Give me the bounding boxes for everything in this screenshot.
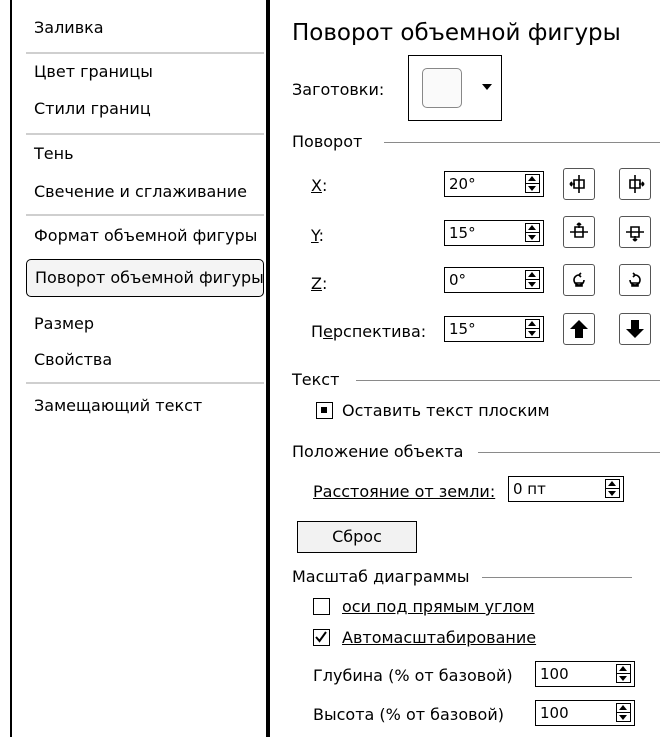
- height-value[interactable]: 100: [540, 704, 569, 722]
- rotate-up-icon[interactable]: [563, 216, 595, 248]
- category-3d-format[interactable]: Формат объемной фигуры: [26, 222, 264, 250]
- category-properties[interactable]: Свойства: [26, 346, 264, 374]
- x-rotation-label: X:: [311, 176, 328, 195]
- depth-spinner[interactable]: 100: [535, 661, 635, 687]
- rotate-right-icon[interactable]: [619, 168, 651, 200]
- group-separator: [478, 452, 660, 453]
- autoscale-label: Автомасштабирование: [342, 628, 537, 647]
- right-angle-axes-checkbox[interactable]: [313, 598, 330, 615]
- keep-text-flat-label: Оставить текст плоским: [342, 401, 550, 420]
- x-rotation-spinner[interactable]: 20°: [444, 171, 544, 197]
- group-separator: [482, 577, 632, 578]
- category-separator: [26, 214, 264, 216]
- category-shadow[interactable]: Тень: [26, 140, 264, 168]
- spinner-arrows[interactable]: [525, 174, 540, 193]
- checkbox-indeterminate-icon: [321, 407, 327, 413]
- pane-divider: [266, 0, 270, 737]
- category-fill[interactable]: Заливка: [26, 14, 264, 42]
- x-rotation-value[interactable]: 20°: [449, 175, 476, 193]
- distance-from-ground-value[interactable]: 0 пт: [513, 480, 546, 498]
- category-glow-soft-edges[interactable]: Свечение и сглаживание: [26, 178, 264, 206]
- category-alt-text[interactable]: Замещающий текст: [26, 392, 264, 420]
- spinner-arrows[interactable]: [525, 319, 540, 338]
- spinner-arrows[interactable]: [616, 703, 631, 722]
- group-separator: [356, 380, 660, 381]
- distance-from-ground-label: Расстояние от земли:: [313, 482, 496, 501]
- rotate-counterclockwise-icon[interactable]: [563, 264, 595, 296]
- preset-preview-icon: [422, 68, 462, 108]
- group-separator: [384, 142, 660, 143]
- panel-title: Поворот объемной фигуры: [292, 20, 621, 46]
- category-separator: [26, 133, 264, 135]
- y-rotation-spinner[interactable]: 15°: [444, 220, 544, 246]
- widen-perspective-icon[interactable]: [619, 313, 651, 345]
- y-rotation-value[interactable]: 15°: [449, 224, 476, 242]
- object-position-group-label: Положение объекта: [292, 442, 464, 461]
- height-spinner[interactable]: 100: [535, 700, 635, 726]
- rotate-down-icon[interactable]: [619, 216, 651, 248]
- presets-dropdown[interactable]: [408, 55, 502, 121]
- category-border-color[interactable]: Цвет границы: [26, 58, 264, 86]
- perspective-label: Перспектива:: [311, 322, 427, 341]
- autoscale-checkbox[interactable]: [313, 629, 330, 646]
- z-rotation-label: Z:: [311, 274, 328, 293]
- keep-text-flat-checkbox[interactable]: [316, 402, 333, 419]
- category-separator: [26, 52, 264, 54]
- spinner-arrows[interactable]: [616, 664, 631, 683]
- rotate-clockwise-icon[interactable]: [619, 264, 651, 296]
- spinner-arrows[interactable]: [605, 479, 620, 498]
- right-angle-axes-label: оси под прямым углом: [342, 597, 535, 616]
- perspective-spinner[interactable]: 15°: [444, 316, 544, 342]
- category-border-styles[interactable]: Стили границ: [26, 95, 264, 123]
- z-rotation-spinner[interactable]: 0°: [444, 267, 544, 293]
- spinner-arrows[interactable]: [525, 223, 540, 242]
- chevron-down-icon: [482, 84, 492, 90]
- z-rotation-value[interactable]: 0°: [449, 271, 466, 289]
- depth-label: Глубина (% от базовой): [313, 666, 513, 685]
- category-3d-rotation[interactable]: Поворот объемной фигуры: [26, 259, 264, 297]
- height-label: Высота (% от базовой): [313, 705, 504, 724]
- narrow-perspective-icon[interactable]: [563, 313, 595, 345]
- depth-value[interactable]: 100: [540, 665, 569, 683]
- category-list: Заливка Цвет границы Стили границ Тень С…: [12, 0, 264, 737]
- checkmark-icon: [315, 631, 327, 643]
- chart-scale-group-label: Масштаб диаграммы: [292, 567, 470, 586]
- reset-button[interactable]: Сброс: [297, 521, 417, 553]
- perspective-value[interactable]: 15°: [449, 320, 476, 338]
- category-size[interactable]: Размер: [26, 310, 264, 338]
- presets-label: Заготовки:: [292, 80, 385, 99]
- text-group-label: Текст: [292, 370, 340, 389]
- y-rotation-label: Y:: [311, 226, 325, 245]
- spinner-arrows[interactable]: [525, 270, 540, 289]
- distance-from-ground-spinner[interactable]: 0 пт: [508, 476, 624, 502]
- rotate-left-icon[interactable]: [563, 168, 595, 200]
- category-separator: [26, 382, 264, 384]
- rotation-group-label: Поворот: [292, 132, 363, 151]
